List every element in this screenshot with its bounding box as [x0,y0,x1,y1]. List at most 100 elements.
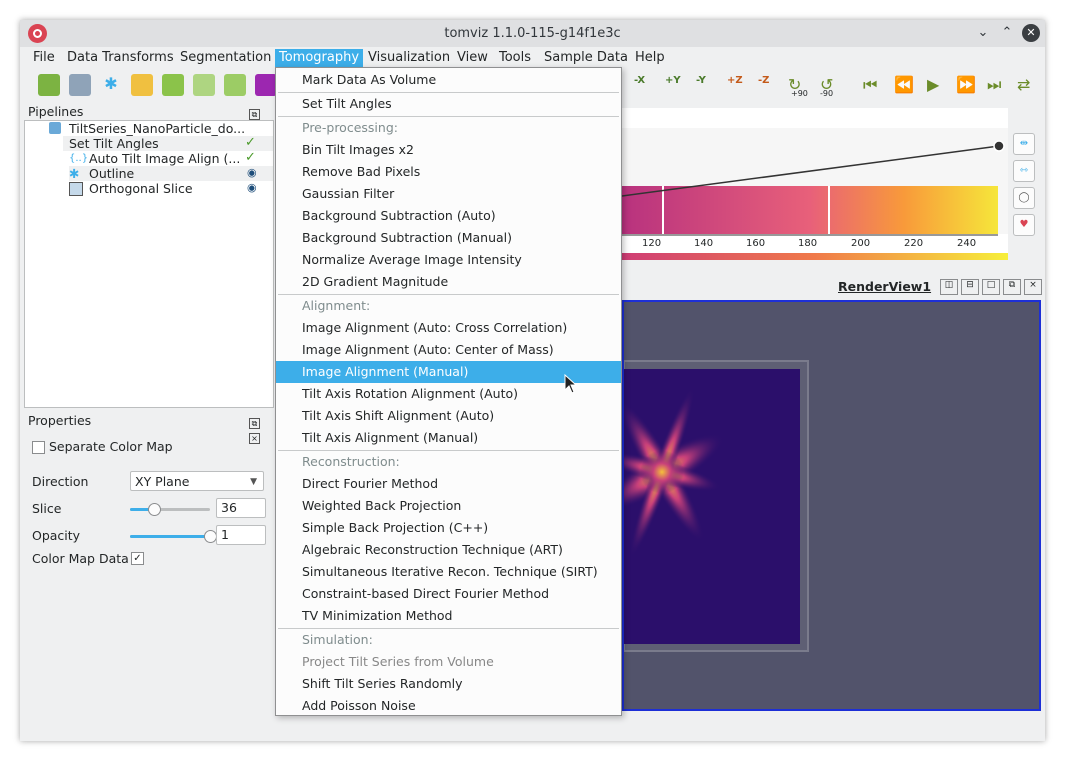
menu-section-alignment: Alignment: [302,298,371,313]
menu-sample-data[interactable]: Sample Data [540,49,632,67]
menu-item-mark-data-as-volume[interactable]: Mark Data As Volume [276,69,621,91]
title-bar: tomviz 1.1.0-115-g14f1e3c ⌄ ⌃ ✕ [20,20,1045,47]
loop-icon[interactable]: ⇄ [1017,75,1030,94]
properties-panel-controls[interactable]: ⧉× [246,414,272,444]
menu-item-tilt-axis-alignment-manual[interactable]: Tilt Axis Alignment (Manual) [276,427,621,449]
outline-icon[interactable] [69,74,91,96]
menu-data-transforms[interactable]: Data Transforms [63,49,178,67]
pipeline-item-label: Orthogonal Slice [89,181,193,196]
menu-item-remove-bad-pixels[interactable]: Remove Bad Pixels [276,161,621,183]
menu-item-simultaneous-iterative-recon-technique-sirt[interactable]: Simultaneous Iterative Recon. Technique … [276,561,621,583]
slice-input[interactable]: 36 [216,498,266,518]
volume-rendering [600,360,809,652]
slice-label: Slice [32,501,62,516]
color-map-bar[interactable] [622,253,1008,275]
histogram-editor[interactable]: 120 140 160 180 200 220 240 [621,108,1008,275]
view-minus-z-label[interactable]: -Z [758,75,769,86]
menu-item-tv-minimization-method[interactable]: TV Minimization Method [276,605,621,627]
open-data-icon[interactable] [38,74,60,96]
menu-item-normalize-average-image-intensity[interactable]: Normalize Average Image Intensity [276,249,621,271]
play-icon[interactable]: ▶ [927,75,939,94]
maximize-view-icon[interactable]: □ [982,279,1000,295]
menu-item-direct-fourier-method[interactable]: Direct Fourier Method [276,473,621,495]
render-view-header: RenderView1 ◫ ⊟ □ ⧉ × [622,276,1043,298]
menu-item-2d-gradient-magnitude[interactable]: 2D Gradient Magnitude [276,271,621,293]
menu-item-gaussian-filter[interactable]: Gaussian Filter [276,183,621,205]
direction-label: Direction [32,474,89,489]
color-map-data-label: Color Map Data [32,551,129,566]
menu-visualization[interactable]: Visualization [364,49,454,67]
menu-tomography[interactable]: Tomography [275,49,364,67]
menu-item-constraint-based-direct-fourier-method[interactable]: Constraint-based Direct Fourier Method [276,583,621,605]
opacity-label: Opacity [32,528,81,543]
last-frame-icon[interactable]: ⏭ [987,75,1001,95]
menu-item-project-tilt-series-from-volume: Project Tilt Series from Volume [302,654,494,669]
tick-label: 140 [694,238,714,249]
menu-help[interactable]: Help [631,49,669,67]
view-plus-z-label[interactable]: +Z [727,75,743,86]
menu-item-image-alignment-auto-cross-correlation[interactable]: Image Alignment (Auto: Cross Correlation… [276,317,621,339]
menu-segmentation[interactable]: Segmentation [176,49,275,67]
menu-item-set-tilt-angles[interactable]: Set Tilt Angles [276,93,621,115]
next-frame-icon[interactable]: ⏩ [956,75,976,94]
tick-label: 200 [851,238,871,249]
previous-frame-icon[interactable]: ⏪ [894,75,914,94]
threshold-icon[interactable] [255,74,277,96]
menu-item-background-subtraction-auto[interactable]: Background Subtraction (Auto) [276,205,621,227]
pipeline-item-outline[interactable]: ✱ Outline [69,166,273,181]
pipeline-item-set-tilt-angles[interactable]: Set Tilt Angles [63,136,273,151]
slice-icon[interactable] [193,74,215,96]
view-plus-y-label[interactable]: +Y [665,75,681,86]
direction-value: XY Plane [135,474,190,489]
reset-range-icon[interactable]: ⇹ [1013,133,1035,155]
slice-slider-handle[interactable] [148,503,161,516]
eye-icon[interactable]: ◉ [247,181,257,194]
menu-item-shift-tilt-series-randomly[interactable]: Shift Tilt Series Randomly [276,673,621,695]
window-title: tomviz 1.1.0-115-g14f1e3c [444,26,621,41]
close-button[interactable]: ✕ [1022,24,1040,42]
contour-icon[interactable] [162,74,184,96]
status-bar [20,720,1045,741]
opacity-control-point[interactable] [993,140,1005,152]
tick-label: 180 [798,238,818,249]
render-view-canvas[interactable] [600,300,1041,711]
menu-item-weighted-back-projection[interactable]: Weighted Back Projection [276,495,621,517]
menu-section-simulation: Simulation: [302,632,373,647]
menu-item-add-poisson-noise[interactable]: Add Poisson Noise [276,695,621,717]
undock-view-icon[interactable]: ⧉ [1003,279,1021,295]
menu-item-background-subtraction-manual[interactable]: Background Subtraction (Manual) [276,227,621,249]
first-frame-icon[interactable]: ⏮ [863,75,877,95]
opacity-input[interactable]: 1 [216,525,266,545]
tick-label: 240 [957,238,977,249]
menu-item-image-alignment-auto-center-of-mass[interactable]: Image Alignment (Auto: Center of Mass) [276,339,621,361]
menu-view[interactable]: View [453,49,492,67]
color-map-data-checkbox[interactable]: ✓ [131,552,144,565]
ruler-icon[interactable] [131,74,153,96]
menu-tools[interactable]: Tools [495,49,535,67]
menu-item-bin-tilt-images-x2[interactable]: Bin Tilt Images x2 [276,139,621,161]
minimize-button[interactable]: ⌄ [974,24,992,42]
menu-item-algebraic-reconstruction-technique-art[interactable]: Algebraic Reconstruction Technique (ART) [276,539,621,561]
render-view-label[interactable]: RenderView1 [838,279,931,294]
custom-range-icon[interactable]: ⇿ [1013,160,1035,182]
maximize-button[interactable]: ⌃ [998,24,1016,42]
volume-icon[interactable] [224,74,246,96]
menu-item-simple-back-projection-c[interactable]: Simple Back Projection (C++) [276,517,621,539]
separate-color-map-checkbox[interactable] [32,441,45,454]
snowflake-icon[interactable]: ✱ [100,74,122,96]
split-horizontal-icon[interactable]: ◫ [940,279,958,295]
eye-icon[interactable]: ◉ [247,166,257,179]
view-minus-x-label[interactable]: -X [634,75,645,86]
pipelines-panel-controls[interactable]: ⧉× [246,105,272,135]
direction-select[interactable]: XY Plane ▼ [130,471,264,491]
close-view-icon[interactable]: × [1024,279,1042,295]
menu-item-tilt-axis-shift-alignment-auto[interactable]: Tilt Axis Shift Alignment (Auto) [276,405,621,427]
view-minus-y-label[interactable]: -Y [696,75,706,86]
split-vertical-icon[interactable]: ⊟ [961,279,979,295]
gradient-opacity-icon[interactable]: ◯ [1013,187,1035,209]
tick-label: 120 [642,238,662,249]
tick-label: 160 [746,238,766,249]
save-preset-icon[interactable]: ♥ [1013,214,1035,236]
braces-icon: {..} [69,153,89,164]
menu-file[interactable]: File [29,49,59,67]
